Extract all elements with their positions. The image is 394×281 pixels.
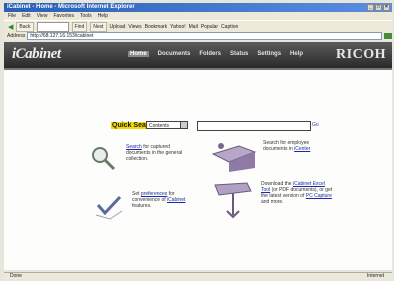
app-logo[interactable]: iCabinet xyxy=(12,46,61,63)
back-icon[interactable]: ◀ xyxy=(8,23,13,31)
close-button[interactable]: × xyxy=(383,4,390,11)
address-label: Address xyxy=(7,33,26,39)
status-text: Done xyxy=(10,273,22,279)
brand-logo: RICOH xyxy=(336,47,386,62)
pc-capture-link[interactable]: PC Capture xyxy=(306,193,332,199)
chevron-down-icon[interactable] xyxy=(180,122,187,128)
status-bar: Done Internet xyxy=(4,272,392,279)
main-nav: Home Documents Folders Status Settings H… xyxy=(128,51,303,57)
security-zone: Internet xyxy=(367,273,384,279)
toolbar-item-bookmark[interactable]: Bookmark xyxy=(145,24,168,30)
browser-toolbar: ◀ Back Find Next Upload Views Bookmark Y… xyxy=(4,20,392,32)
folder-people-icon xyxy=(209,140,259,172)
feature-people-text: Search for employee documents in iCenter xyxy=(263,140,311,152)
search-scope-value: Contents xyxy=(149,123,170,129)
nav-documents[interactable]: Documents xyxy=(158,51,191,57)
quick-search-input[interactable] xyxy=(197,121,311,131)
menu-file[interactable]: File xyxy=(8,12,16,20)
icabinet-link[interactable]: iCabinet xyxy=(167,197,185,203)
forward-button[interactable]: Next xyxy=(90,21,107,32)
toolbar-item-upload[interactable]: Upload xyxy=(110,24,126,30)
quick-search-go[interactable]: Go xyxy=(312,122,319,128)
toolbar-item-caption[interactable]: Caption xyxy=(221,24,238,30)
menu-help[interactable]: Help xyxy=(98,12,108,20)
feature-search-text: Search for captured documents in the gen… xyxy=(126,144,183,162)
back-button[interactable]: Back xyxy=(16,21,34,32)
toolbar-item-popular[interactable]: Popular xyxy=(201,24,218,30)
feature-download: Download the iCabinet Excel Tool (or PDF… xyxy=(211,181,333,219)
nav-status[interactable]: Status xyxy=(230,51,248,57)
home-page: Quick Search Contents Go Search for capt… xyxy=(4,70,392,270)
feature-preferences-text: Set preferences for convenience of iCabi… xyxy=(132,191,186,209)
app-header: iCabinet Home Documents Folders Status S… xyxy=(4,42,392,70)
toolbar-item-mail[interactable]: Mail xyxy=(189,24,198,30)
menu-tools[interactable]: Tools xyxy=(80,12,92,20)
download-sign-icon xyxy=(211,181,257,219)
window-titlebar: iCabinet - Home - Microsoft Internet Exp… xyxy=(4,3,392,12)
go-arrow-icon[interactable] xyxy=(384,33,392,39)
toolbar-item-yahoo[interactable]: Yahoo! xyxy=(170,24,185,30)
nav-settings[interactable]: Settings xyxy=(257,51,281,57)
nav-folders[interactable]: Folders xyxy=(199,51,221,57)
nav-help[interactable]: Help xyxy=(290,51,303,57)
icenter-link[interactable]: iCenter xyxy=(294,146,310,152)
maximize-button[interactable]: □ xyxy=(375,4,382,11)
address-bar: Address http://68.127.16.153/icabinet xyxy=(4,32,392,40)
feature-people: Search for employee documents in iCenter xyxy=(209,140,325,172)
toolbar-item-views[interactable]: Views xyxy=(128,24,141,30)
menu-edit[interactable]: Edit xyxy=(22,12,31,20)
feature-download-text: Download the iCabinet Excel Tool (or PDF… xyxy=(261,181,333,205)
address-input[interactable]: http://68.127.16.153/icabinet xyxy=(27,32,382,40)
checkmark-icon xyxy=(92,191,128,221)
menu-view[interactable]: View xyxy=(37,12,48,20)
find-button[interactable]: Find xyxy=(71,21,88,32)
search-scope-select[interactable]: Contents xyxy=(146,121,188,129)
nav-home[interactable]: Home xyxy=(128,51,149,57)
feature-preferences: Set preferences for convenience of iCabi… xyxy=(92,191,194,221)
menu-favorites[interactable]: Favorites xyxy=(53,12,74,20)
window-title: iCabinet - Home - Microsoft Internet Exp… xyxy=(7,4,135,10)
toolbar-search-input[interactable] xyxy=(36,21,69,32)
magnifier-icon xyxy=(86,144,122,174)
feature-search: Search for captured documents in the gen… xyxy=(86,144,188,174)
menu-bar: File Edit View Favorites Tools Help xyxy=(4,12,392,20)
minimize-button[interactable]: _ xyxy=(367,4,374,11)
browser-window: iCabinet - Home - Microsoft Internet Exp… xyxy=(0,0,394,281)
